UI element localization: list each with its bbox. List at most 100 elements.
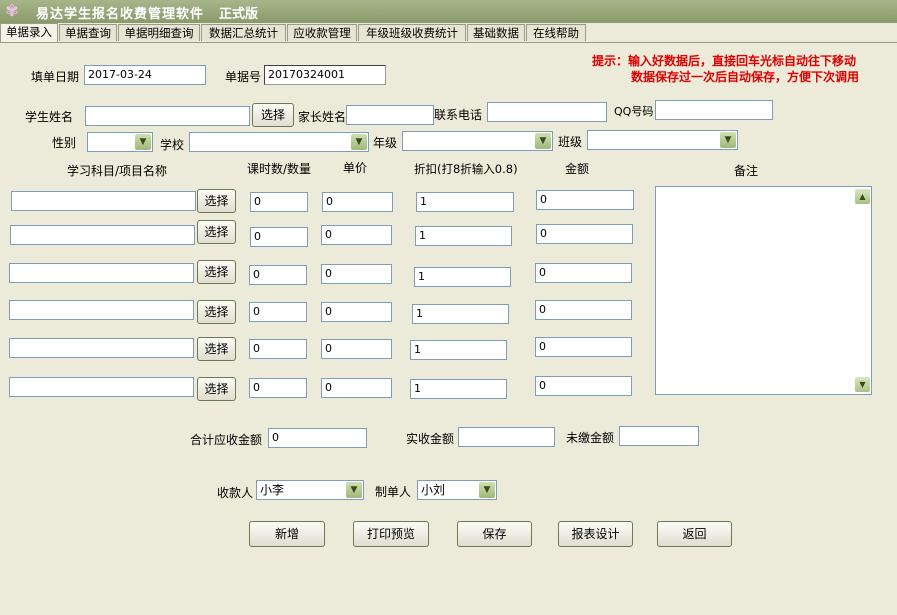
- maker-value: 小刘: [421, 483, 446, 497]
- qq-input[interactable]: [655, 100, 773, 120]
- date-label: 填单日期: [31, 70, 80, 84]
- school-select[interactable]: ▼: [189, 132, 369, 152]
- select-subject-button[interactable]: 选择: [197, 300, 236, 324]
- tip-line-2: 数据保存过一次后自动保存，方便下次调用: [631, 70, 860, 84]
- subject-input[interactable]: [9, 300, 194, 320]
- class-select[interactable]: ▼: [587, 130, 738, 150]
- student-name-label: 学生姓名: [25, 110, 74, 124]
- discount-input[interactable]: 1: [415, 226, 512, 246]
- app-title: 易达学生报名收费管理软件: [36, 7, 205, 22]
- hours-input[interactable]: 0: [249, 378, 307, 398]
- chevron-down-icon: ▼: [479, 482, 495, 498]
- price-input[interactable]: 0: [321, 302, 392, 322]
- select-subject-button[interactable]: 选择: [197, 189, 236, 213]
- scroll-up-icon[interactable]: ▲: [855, 189, 870, 204]
- tab-strip: 单据录入 单据查询 单据明细查询 数据汇总统计 应收款管理 年级班级收费统计 基…: [0, 23, 897, 43]
- tab-class-fee-stats[interactable]: 年级班级收费统计: [358, 24, 466, 41]
- discount-input[interactable]: 1: [414, 267, 511, 287]
- price-input[interactable]: 0: [321, 225, 392, 245]
- received-label: 实收金额: [406, 432, 455, 446]
- price-input[interactable]: 0: [321, 378, 392, 398]
- payee-value: 小李: [260, 483, 285, 497]
- discount-input[interactable]: 1: [416, 192, 514, 212]
- select-subject-button[interactable]: 选择: [197, 337, 236, 361]
- amount-input[interactable]: 0: [535, 300, 632, 320]
- grade-select[interactable]: ▼: [402, 131, 553, 151]
- select-subject-button[interactable]: 选择: [197, 220, 236, 244]
- amount-input[interactable]: 0: [535, 337, 632, 357]
- hours-input[interactable]: 0: [250, 192, 308, 212]
- price-input[interactable]: 0: [322, 192, 393, 212]
- unpaid-field[interactable]: [619, 426, 699, 446]
- header-remark: 备注: [734, 164, 759, 178]
- parent-name-label: 家长姓名: [298, 110, 347, 124]
- tab-basic-data[interactable]: 基础数据: [467, 24, 525, 41]
- price-input[interactable]: 0: [321, 264, 392, 284]
- subject-input[interactable]: [9, 338, 194, 358]
- price-input[interactable]: 0: [321, 339, 392, 359]
- discount-input[interactable]: 1: [410, 340, 507, 360]
- received-input[interactable]: [458, 427, 555, 447]
- tab-data-summary[interactable]: 数据汇总统计: [201, 24, 286, 41]
- chevron-down-icon: ▼: [720, 132, 736, 148]
- subject-input[interactable]: [10, 225, 195, 245]
- amount-input[interactable]: 0: [536, 190, 634, 210]
- chevron-down-icon: ▼: [351, 134, 367, 150]
- hours-input[interactable]: 0: [250, 227, 308, 247]
- back-button[interactable]: 返回: [657, 521, 732, 547]
- gender-label: 性别: [52, 136, 77, 150]
- doc-no-field[interactable]: 20170324001: [264, 65, 386, 85]
- payee-select[interactable]: 小李 ▼: [256, 480, 364, 500]
- title-bar: ✾ 易达学生报名收费管理软件 正式版: [0, 0, 897, 23]
- select-subject-button[interactable]: 选择: [197, 260, 236, 284]
- app-edition: 正式版: [219, 7, 259, 22]
- header-hours: 课时数/数量: [247, 162, 312, 176]
- tab-document-entry[interactable]: 单据录入: [0, 23, 58, 42]
- maker-select[interactable]: 小刘 ▼: [417, 480, 497, 500]
- report-design-button[interactable]: 报表设计: [558, 521, 633, 547]
- subject-input[interactable]: [11, 191, 196, 211]
- select-student-button[interactable]: 选择: [252, 103, 294, 127]
- tab-online-help[interactable]: 在线帮助: [526, 24, 586, 41]
- qq-label: QQ号码: [614, 105, 654, 118]
- subject-input[interactable]: [9, 263, 194, 283]
- header-price: 单价: [343, 161, 368, 175]
- new-button[interactable]: 新增: [249, 521, 325, 547]
- select-subject-button[interactable]: 选择: [197, 377, 236, 401]
- chevron-down-icon: ▼: [535, 133, 551, 149]
- amount-input[interactable]: 0: [535, 263, 632, 283]
- discount-input[interactable]: 1: [410, 379, 507, 399]
- gender-select[interactable]: ▼: [87, 132, 153, 152]
- parent-name-input[interactable]: [346, 105, 434, 125]
- maker-label: 制单人: [375, 485, 412, 499]
- phone-label: 联系电话: [434, 108, 483, 122]
- subject-input[interactable]: [9, 377, 194, 397]
- tab-receivables[interactable]: 应收款管理: [287, 24, 357, 41]
- unpaid-label: 未缴金额: [566, 431, 615, 445]
- header-amount: 金额: [565, 162, 590, 176]
- amount-input[interactable]: 0: [536, 224, 633, 244]
- app-flower-icon: ✾: [5, 1, 19, 20]
- hours-input[interactable]: 0: [249, 339, 307, 359]
- scroll-down-icon[interactable]: ▼: [855, 377, 870, 392]
- phone-input[interactable]: [487, 102, 607, 122]
- date-field[interactable]: 2017-03-24: [84, 65, 206, 85]
- class-label: 班级: [558, 135, 583, 149]
- print-preview-button[interactable]: 打印预览: [353, 521, 429, 547]
- header-discount: 折扣(打8折输入0.8): [414, 162, 518, 176]
- doc-no-label: 单据号: [225, 70, 262, 84]
- discount-input[interactable]: 1: [412, 304, 509, 324]
- chevron-down-icon: ▼: [346, 482, 362, 498]
- remark-textarea[interactable]: ▲ ▼: [655, 186, 872, 395]
- hours-input[interactable]: 0: [249, 265, 307, 285]
- hours-input[interactable]: 0: [249, 302, 307, 322]
- student-name-input[interactable]: [85, 106, 250, 126]
- tab-detail-query[interactable]: 单据明细查询: [118, 24, 200, 41]
- save-button[interactable]: 保存: [457, 521, 532, 547]
- header-subject: 学习科目/项目名称: [67, 164, 168, 178]
- total-due-field[interactable]: 0: [268, 428, 367, 448]
- amount-input[interactable]: 0: [535, 376, 632, 396]
- tab-document-query[interactable]: 单据查询: [59, 24, 117, 41]
- school-label: 学校: [160, 138, 185, 152]
- payee-label: 收款人: [217, 486, 254, 500]
